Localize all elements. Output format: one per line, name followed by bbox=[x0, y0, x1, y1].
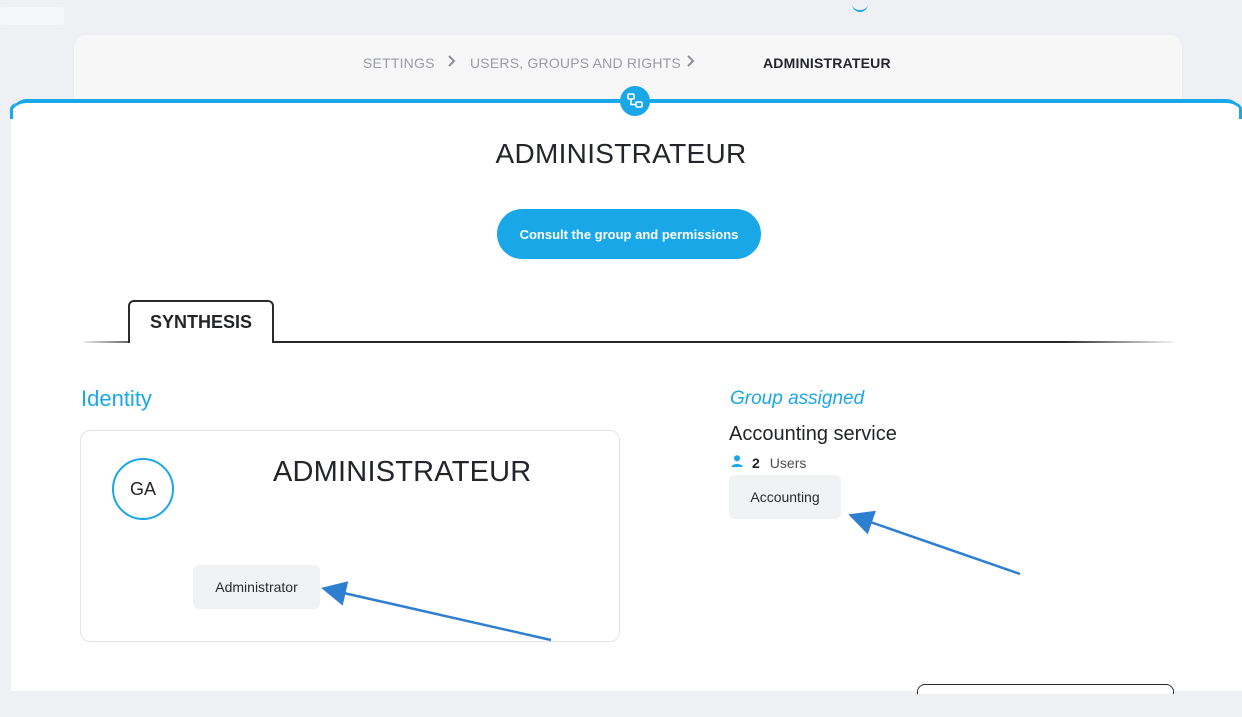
breadcrumb-settings[interactable]: SETTINGS bbox=[363, 55, 435, 71]
breadcrumb-users-groups-rights[interactable]: USERS, GROUPS AND RIGHTS bbox=[470, 55, 681, 71]
users-label: Users bbox=[769, 454, 807, 471]
bottom-strip bbox=[0, 691, 1242, 717]
user-icon bbox=[730, 454, 744, 471]
top-indicator bbox=[852, 2, 868, 12]
top-left-placeholder bbox=[0, 7, 64, 25]
users-count-row: 2 Users bbox=[730, 454, 806, 471]
chevron-right-icon bbox=[686, 54, 696, 71]
avatar: GA bbox=[112, 458, 174, 520]
users-count: 2 bbox=[752, 454, 760, 471]
breadcrumb-current: ADMINISTRATEUR bbox=[763, 55, 891, 71]
identity-name: ADMINISTRATEUR bbox=[273, 456, 532, 488]
chevron-right-icon bbox=[447, 54, 457, 71]
consult-group-permissions-button[interactable]: Consult the group and permissions bbox=[497, 209, 761, 259]
role-chip-administrator[interactable]: Administrator bbox=[193, 565, 320, 609]
bottom-right-panel bbox=[917, 684, 1174, 694]
group-name: Accounting service bbox=[729, 423, 897, 445]
identity-heading: Identity bbox=[81, 386, 152, 411]
group-assigned-heading: Group assigned bbox=[730, 388, 865, 409]
group-chip-accounting[interactable]: Accounting bbox=[729, 475, 841, 519]
group-network-icon bbox=[620, 86, 650, 116]
tab-synthesis[interactable]: SYNTHESIS bbox=[128, 300, 274, 343]
page-title: ADMINISTRATEUR bbox=[495, 138, 747, 169]
